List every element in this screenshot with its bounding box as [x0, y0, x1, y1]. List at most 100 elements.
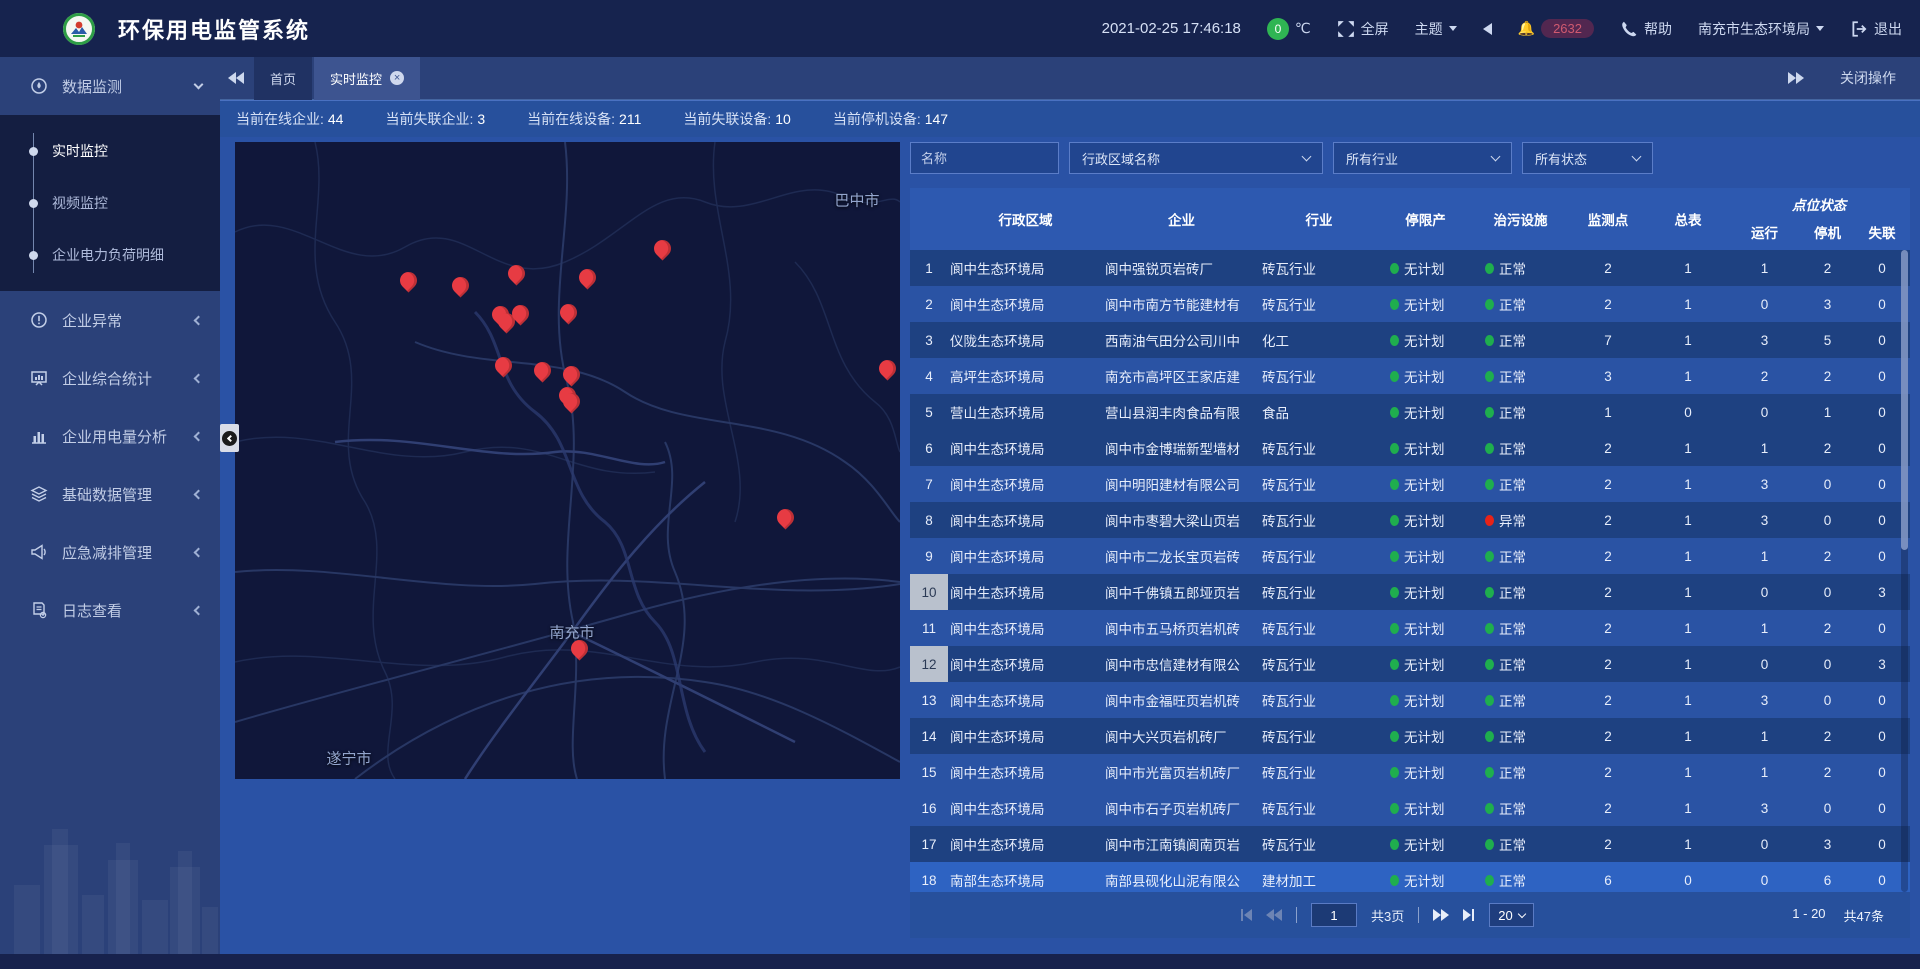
cell-facility-status: 正常: [1473, 610, 1568, 646]
cell-row-number: 12: [910, 646, 948, 682]
sidebar-item-1[interactable]: 企业异常: [0, 291, 220, 349]
status-dot-icon: [1390, 623, 1399, 634]
table-row[interactable]: 5营山生态环境局营山县润丰肉食品有限食品无计划正常10010: [910, 394, 1910, 430]
table-row[interactable]: 8阆中生态环境局阆中市枣碧大梁山页岩砖瓦行业无计划异常21300: [910, 502, 1910, 538]
sidebar-subitem-2[interactable]: 企业电力负荷明细: [0, 229, 220, 281]
sidebar-subitem-0[interactable]: 实时监控: [0, 125, 220, 177]
tabs-scroll-left-button[interactable]: [228, 72, 244, 84]
status-select[interactable]: 所有状态: [1522, 142, 1653, 174]
table-row[interactable]: 14阆中生态环境局阆中大兴页岩机砖厂砖瓦行业无计划正常21120: [910, 718, 1910, 754]
cell-region: 阆中生态环境局: [948, 646, 1103, 682]
prev-page-button[interactable]: [1266, 909, 1282, 921]
cell-row-number: 16: [910, 790, 948, 826]
notification-area[interactable]: 🔔 2632: [1518, 19, 1594, 38]
sidebar-item-6[interactable]: 日志查看: [0, 581, 220, 639]
cell-industry: 化工: [1260, 322, 1378, 358]
table-row[interactable]: 6阆中生态环境局阆中市金博瑞新型墙材砖瓦行业无计划正常21120: [910, 430, 1910, 466]
cell-total-meter: 1: [1648, 646, 1728, 682]
cell-facility-status: 正常: [1473, 826, 1568, 862]
close-operations-button[interactable]: 关闭操作: [1840, 68, 1896, 88]
sidebar-item-0[interactable]: 数据监测: [0, 57, 220, 115]
page-size-select[interactable]: 20: [1489, 903, 1533, 927]
cell-run-count: 0: [1728, 394, 1801, 430]
enterprise-table-panel: 行政区域名称 所有行业 所有状态 行政区域 企业 行业 停限产 治污设施 监测点…: [910, 142, 1910, 938]
cell-halt-count: 2: [1801, 754, 1854, 790]
table-row[interactable]: 16阆中生态环境局阆中市石子页岩机砖厂砖瓦行业无计划正常21300: [910, 790, 1910, 826]
chevron-left-icon: [194, 315, 204, 325]
name-search-input[interactable]: [910, 142, 1059, 174]
status-dot-icon: [1485, 263, 1494, 274]
table-row[interactable]: 13阆中生态环境局阆中市金福旺页岩机砖砖瓦行业无计划正常21300: [910, 682, 1910, 718]
col-header-index: [910, 188, 948, 250]
org-dropdown[interactable]: 南充市生态环境局: [1698, 19, 1824, 39]
help-button[interactable]: 帮助: [1620, 19, 1672, 39]
tab-1[interactable]: 实时监控×: [314, 57, 420, 100]
status-dot-icon: [1390, 407, 1399, 418]
cell-monitor-count: 2: [1568, 790, 1648, 826]
table-row[interactable]: 3仪陇生态环境局西南油气田分公司川中化工无计划正常71350: [910, 322, 1910, 358]
table-row[interactable]: 17阆中生态环境局阆中市江南镇阆南页岩砖瓦行业无计划正常21030: [910, 826, 1910, 862]
page-number-input[interactable]: [1311, 903, 1357, 927]
theme-dropdown[interactable]: 主题: [1415, 19, 1457, 39]
tab-0[interactable]: 首页: [254, 57, 312, 100]
chevron-left-icon: [194, 547, 204, 557]
tab-close-icon[interactable]: ×: [390, 71, 404, 85]
cell-stop-status: 无计划: [1378, 286, 1473, 322]
sidebar-item-3[interactable]: 企业用电量分析: [0, 407, 220, 465]
filter-bar: 行政区域名称 所有行业 所有状态: [910, 142, 1910, 174]
logout-button[interactable]: 退出: [1850, 19, 1902, 39]
tabs-scroll-right-button[interactable]: [1788, 72, 1804, 84]
volume-mute-button[interactable]: [1483, 23, 1492, 35]
sidebar-item-label: 企业用电量分析: [62, 426, 167, 447]
table-row[interactable]: 11阆中生态环境局阆中市五马桥页岩机砖砖瓦行业无计划正常21120: [910, 610, 1910, 646]
cell-run-count: 0: [1728, 646, 1801, 682]
cell-region: 营山生态环境局: [948, 394, 1103, 430]
cell-region: 阆中生态环境局: [948, 250, 1103, 286]
tab-bar: 首页实时监控× 关闭操作: [220, 57, 1920, 100]
cell-run-count: 3: [1728, 502, 1801, 538]
cell-company: 阆中市金福旺页岩机砖: [1103, 682, 1260, 718]
table-row[interactable]: 1阆中生态环境局阆中强锐页岩砖厂砖瓦行业无计划正常21120: [910, 250, 1910, 286]
table-row[interactable]: 2阆中生态环境局阆中市南方节能建材有砖瓦行业无计划正常21030: [910, 286, 1910, 322]
cell-industry: 砖瓦行业: [1260, 430, 1378, 466]
last-page-button[interactable]: [1463, 909, 1475, 921]
cell-stop-status: 无计划: [1378, 466, 1473, 502]
sidebar: 数据监测实时监控视频监控企业电力负荷明细企业异常企业综合统计企业用电量分析基础数…: [0, 57, 220, 969]
sidebar-item-2[interactable]: 企业综合统计: [0, 349, 220, 407]
next-page-button[interactable]: [1433, 909, 1449, 921]
cell-run-count: 1: [1728, 610, 1801, 646]
map-panel[interactable]: 巴中市南充市遂宁市: [235, 142, 900, 779]
cell-stop-status: 无计划: [1378, 250, 1473, 286]
bottom-strip: [0, 954, 1920, 969]
map-collapse-button[interactable]: [220, 424, 239, 452]
sidebar-item-4[interactable]: 基础数据管理: [0, 465, 220, 523]
record-range-label: 1 - 20: [1792, 906, 1825, 925]
table-row[interactable]: 15阆中生态环境局阆中市光富页岩机砖厂砖瓦行业无计划正常21120: [910, 754, 1910, 790]
exit-icon: [1850, 20, 1868, 38]
sidebar-item-5[interactable]: 应急减排管理: [0, 523, 220, 581]
map-roads: [235, 142, 900, 779]
table-row[interactable]: 18南部生态环境局南部县砚化山泥有限公建材加工无计划正常60060: [910, 862, 1910, 892]
fullscreen-button[interactable]: 全屏: [1337, 19, 1389, 39]
status-dot-icon: [1390, 299, 1399, 310]
status-dot-icon: [1485, 695, 1494, 706]
status-dot-icon: [1390, 767, 1399, 778]
cell-company: 阆中市二龙长宝页岩砖: [1103, 538, 1260, 574]
cell-monitor-count: 6: [1568, 862, 1648, 892]
cell-halt-count: 3: [1801, 286, 1854, 322]
table-scrollbar[interactable]: [1901, 250, 1908, 892]
cell-company: 阆中市五马桥页岩机砖: [1103, 610, 1260, 646]
cell-halt-count: 0: [1801, 466, 1854, 502]
cell-halt-count: 2: [1801, 538, 1854, 574]
industry-select[interactable]: 所有行业: [1333, 142, 1512, 174]
cell-total-meter: 1: [1648, 322, 1728, 358]
table-row[interactable]: 7阆中生态环境局阆中明阳建材有限公司砖瓦行业无计划正常21300: [910, 466, 1910, 502]
table-row[interactable]: 12阆中生态环境局阆中市忠信建材有限公砖瓦行业无计划正常21003: [910, 646, 1910, 682]
cell-facility-status: 异常: [1473, 502, 1568, 538]
table-row[interactable]: 10阆中生态环境局阆中千佛镇五郎垭页岩砖瓦行业无计划正常21003: [910, 574, 1910, 610]
sidebar-subitem-1[interactable]: 视频监控: [0, 177, 220, 229]
table-row[interactable]: 9阆中生态环境局阆中市二龙长宝页岩砖砖瓦行业无计划正常21120: [910, 538, 1910, 574]
table-row[interactable]: 4高坪生态环境局南充市高坪区王家店建砖瓦行业无计划正常31220: [910, 358, 1910, 394]
first-page-button[interactable]: [1240, 909, 1252, 921]
region-select[interactable]: 行政区域名称: [1069, 142, 1323, 174]
